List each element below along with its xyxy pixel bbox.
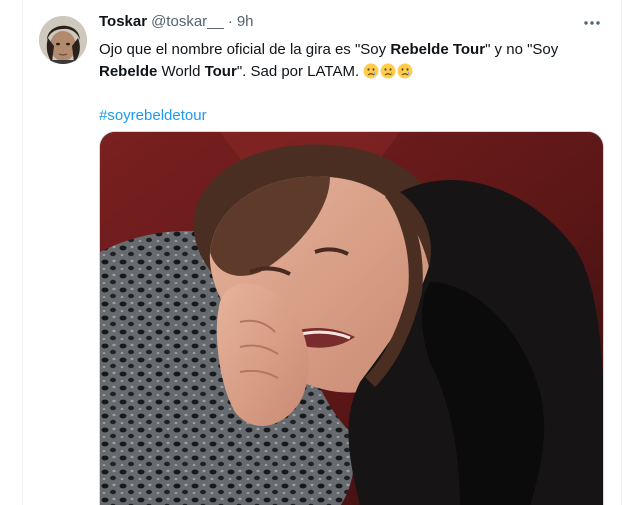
tweet-text-part: Ojo que el nombre oficial de la gira es … [99,41,391,58]
separator-dot: · [227,13,233,30]
left-gutter [0,0,22,505]
hashtag-link[interactable]: #soyrebeldetour [99,105,609,127]
tweet-text-bold: Rebelde Tour [390,41,486,58]
more-horizontal-icon [584,21,600,25]
user-handle[interactable]: @toskar__ [151,12,224,32]
tweet-text-part: ". Sad por LATAM. [236,63,364,80]
tweet-text-bold: Tour [204,63,237,80]
tweet-text: Ojo que el nombre oficial de la gira es … [99,39,609,83]
tweet-media-gif[interactable] [99,131,604,505]
tweet-text-bold: Rebelde [99,63,158,80]
tweet-content: Toskar @toskar__ · 9h Ojo que el nombre … [99,12,609,127]
crying-face-emoji [380,63,396,79]
display-name[interactable]: Toskar [99,12,147,32]
avatar[interactable] [39,16,87,64]
crying-face-emoji [363,63,379,79]
more-options-button[interactable] [575,10,609,36]
timestamp[interactable]: 9h [237,12,254,32]
timeline: Toskar @toskar__ · 9h Ojo que el nombre … [0,0,639,505]
tweet-text-part: World [157,63,205,80]
tweet-header: Toskar @toskar__ · 9h [99,12,609,34]
crying-face-emoji [397,63,413,79]
tweet-text-part: " y no "Soy [485,41,559,58]
tweet-card[interactable]: Toskar @toskar__ · 9h Ojo que el nombre … [22,0,622,505]
